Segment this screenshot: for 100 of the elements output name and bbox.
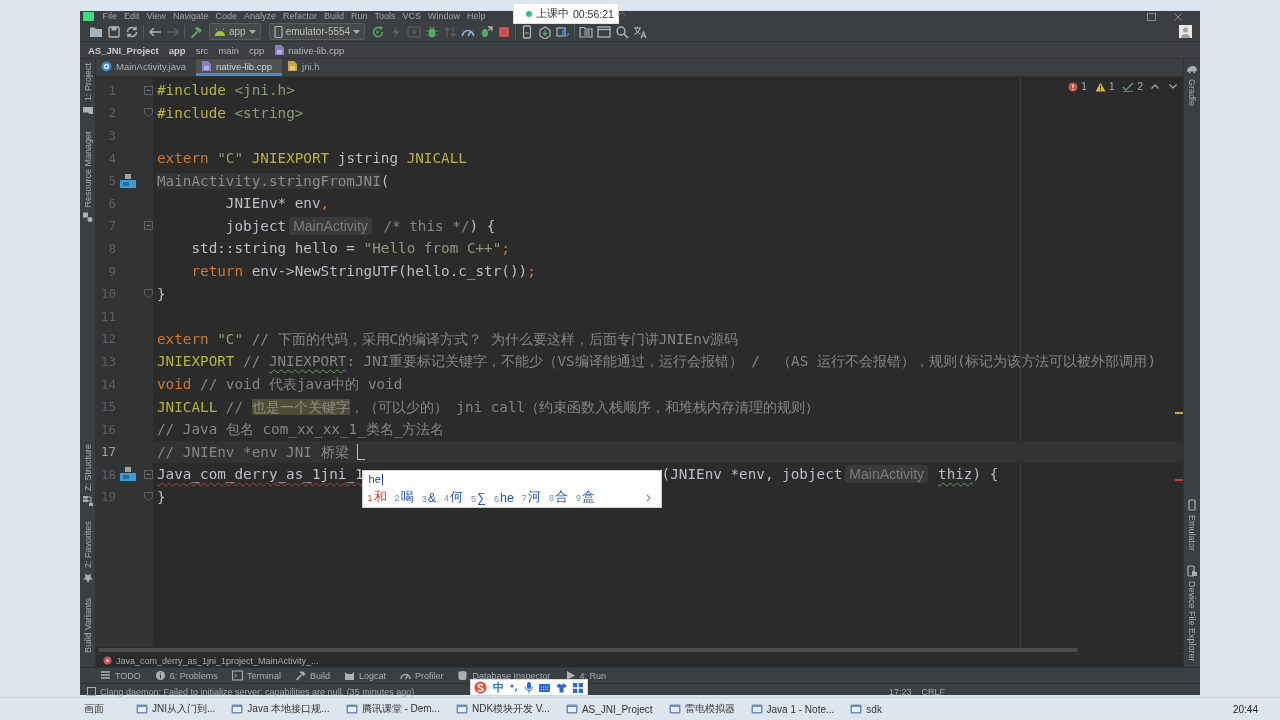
menu-item[interactable]: Edit <box>120 11 144 22</box>
stop-icon[interactable] <box>497 24 512 39</box>
close-icon[interactable] <box>1174 12 1182 21</box>
taskbar-item[interactable]: Java 本地接口规... <box>247 702 330 716</box>
app-window-icon[interactable] <box>455 703 468 715</box>
gutter-stack-icon[interactable] <box>119 172 137 189</box>
menu-item[interactable]: Code <box>211 11 241 22</box>
search-icon[interactable] <box>615 24 630 39</box>
chevron-up-icon[interactable] <box>617 11 626 16</box>
ime-candidate[interactable]: 2 喝 <box>394 489 414 507</box>
taskbar-item[interactable]: sdk <box>866 703 882 715</box>
menu-item[interactable]: Run <box>347 11 371 22</box>
menu-item[interactable]: Build <box>320 11 348 22</box>
tool-window-button[interactable]: Device File Explorer <box>1186 565 1198 662</box>
tool-window-button[interactable]: Emulator <box>1186 499 1198 552</box>
taskbar-item[interactable]: JNI从入门到... <box>152 702 216 716</box>
tool-window-button[interactable]: 2: Favorites <box>81 521 94 585</box>
menu-item[interactable]: Navigate <box>169 11 212 22</box>
fold-icon[interactable] <box>144 85 153 95</box>
run-config-dropdown[interactable]: app <box>209 23 261 40</box>
sync-icon[interactable] <box>125 24 139 39</box>
fold-end-icon[interactable] <box>144 289 153 299</box>
save-icon[interactable] <box>107 24 121 39</box>
menu-item[interactable]: Refactor <box>279 11 321 22</box>
chevron-down-icon[interactable] <box>1169 84 1177 89</box>
tool-window-button[interactable]: Gradle <box>1186 63 1198 106</box>
tool-window-button[interactable]: 4: Run <box>564 670 607 681</box>
ime-candidate[interactable]: 7河 <box>521 489 541 507</box>
panel-icon[interactable] <box>87 687 96 696</box>
tool-window-button[interactable]: 6: Problems <box>154 670 218 681</box>
sync-box-icon[interactable] <box>556 24 571 39</box>
typo-count[interactable]: 2 <box>1137 81 1143 92</box>
menu-item[interactable]: Window <box>424 11 464 22</box>
app-window-icon[interactable] <box>668 703 681 715</box>
breadcrumb-item[interactable]: cpp <box>248 44 265 56</box>
breadcrumb-item[interactable]: AS_JNI_Project <box>88 44 159 56</box>
editor-tab[interactable]: jni.h <box>282 59 330 76</box>
breadcrumb-item[interactable]: native-lib.cpp <box>288 44 345 56</box>
taskbar-label[interactable]: 画面 <box>84 702 104 716</box>
app-window-icon[interactable] <box>231 703 244 715</box>
taskbar-clock[interactable]: 20:44 <box>1232 703 1258 715</box>
shirt-icon[interactable] <box>556 682 567 693</box>
breadcrumb-item[interactable]: app <box>168 44 186 56</box>
microphone-icon[interactable] <box>525 682 533 693</box>
folder-grid-icon[interactable] <box>579 24 594 39</box>
breadcrumb-item[interactable]: main <box>218 44 239 56</box>
taskbar-item[interactable]: 腾讯课堂 - Dem... <box>361 702 440 716</box>
menu-item[interactable]: Analyze <box>240 11 280 22</box>
app-window-icon[interactable] <box>345 703 358 715</box>
editor-tab[interactable]: native-lib.cpp <box>196 59 283 76</box>
taskbar-item[interactable]: AS_JNI_Project <box>581 703 653 715</box>
status-item[interactable]: 17:23 <box>888 686 912 697</box>
arrow-left-icon[interactable] <box>148 24 162 39</box>
tool-window-button[interactable]: Profiler <box>399 670 444 681</box>
app-window-icon[interactable] <box>850 703 863 715</box>
menu-item[interactable]: File <box>99 11 121 22</box>
device-dropdown[interactable]: emulator-5554 <box>268 23 366 40</box>
status-item[interactable]: CRLF <box>921 686 945 697</box>
ime-candidate[interactable]: 1 和 <box>367 489 387 507</box>
chevron-up-icon[interactable] <box>1151 84 1159 89</box>
fold-icon[interactable] <box>144 469 153 479</box>
editor-tab[interactable]: MainActivity.java <box>96 59 197 76</box>
warning-count[interactable]: 1 <box>1108 81 1115 92</box>
menu-item[interactable]: View <box>143 11 170 22</box>
ime-candidate[interactable]: 5∑ <box>471 490 486 505</box>
tool-window-button[interactable]: Terminal <box>231 670 281 681</box>
gutter-stack-icon[interactable] <box>119 466 137 483</box>
menu-item[interactable]: Help <box>463 11 490 22</box>
chevron-right-icon[interactable] <box>645 493 651 502</box>
taskbar-item[interactable]: NDK模块开发 V... <box>471 702 550 716</box>
rerun-icon[interactable] <box>371 24 386 39</box>
tool-window-button[interactable]: Database Inspector <box>457 670 551 681</box>
ime-candidate[interactable]: 4何 <box>444 489 463 507</box>
maximize-icon[interactable] <box>1147 12 1156 21</box>
taskbar-item[interactable]: 雷电模拟器 <box>684 702 735 716</box>
translate-icon[interactable] <box>633 24 648 39</box>
fold-icon[interactable] <box>144 221 153 231</box>
breadcrumb-item[interactable]: src <box>195 44 209 56</box>
keyboard-icon[interactable] <box>539 683 550 692</box>
tool-window-button[interactable]: Build Variants <box>82 598 93 653</box>
code-breadcrumb[interactable]: Java_com_derry_as_1jni_1project_MainActivity_... <box>116 655 319 666</box>
ime-logo-icon[interactable] <box>474 681 487 694</box>
app-window-icon[interactable] <box>750 703 763 715</box>
grid-icon[interactable] <box>573 682 583 693</box>
app-window-icon[interactable] <box>565 703 578 715</box>
ime-candidate[interactable]: 3& <box>421 490 436 505</box>
tool-window-button[interactable]: TODO <box>100 670 141 681</box>
account-icon[interactable] <box>1179 25 1192 38</box>
error-count[interactable]: 1 <box>1081 81 1087 92</box>
menu-item[interactable]: VCS <box>399 11 425 22</box>
ime-candidate[interactable]: 6 he <box>493 490 514 505</box>
fold-end-icon[interactable] <box>144 108 153 118</box>
ime-candidate[interactable]: 8合 <box>548 489 568 507</box>
tool-window-button[interactable]: 1: Project <box>81 63 94 118</box>
tool-window-button[interactable]: Z: Structure <box>81 444 94 508</box>
window-icon[interactable] <box>597 24 612 39</box>
fold-end-icon[interactable] <box>144 492 153 502</box>
taskbar-item[interactable]: Java 1 - Note... <box>766 703 835 715</box>
tool-window-button[interactable]: Build <box>294 670 330 681</box>
app-window-icon[interactable] <box>136 703 148 715</box>
